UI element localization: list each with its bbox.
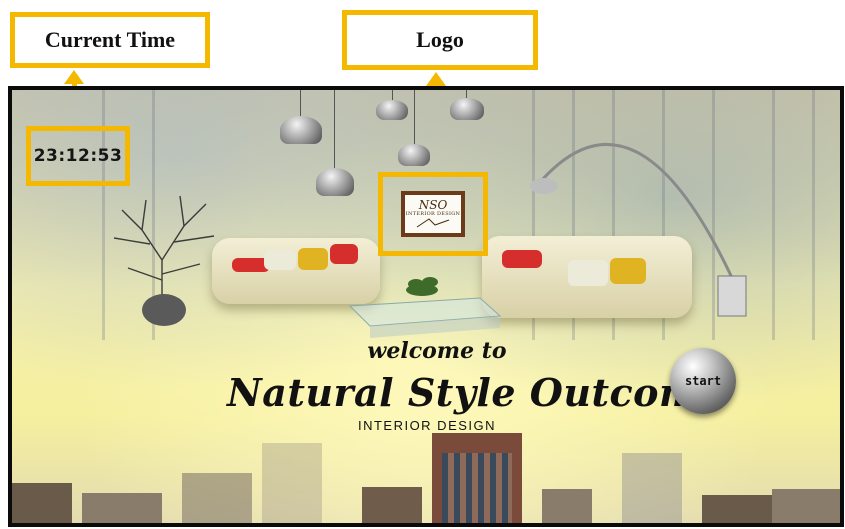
coffee-table [348, 277, 502, 338]
pendant-lamp-icon [398, 144, 430, 166]
current-time-annotation-label: Current Time [44, 27, 176, 52]
brand-tagline: INTERIOR DESIGN [357, 418, 497, 433]
current-time-text: 23:12:53 [33, 146, 123, 166]
logo[interactable]: NSO INTERIOR DESIGN [401, 191, 465, 237]
welcome-heading: welcome to [367, 338, 507, 364]
logo-annotation: Logo [342, 10, 538, 70]
current-time-annotation: Current Time [10, 12, 210, 68]
logo-monogram: NSO [418, 198, 448, 212]
plant-icon [113, 195, 215, 326]
pendant-lamp-icon [376, 100, 408, 120]
current-time-display: 23:12:53 [26, 126, 130, 186]
pendant-lamp-icon [280, 116, 322, 144]
current-time-arrow-head [64, 70, 84, 84]
logo-highlight: NSO INTERIOR DESIGN [378, 172, 488, 256]
pendant-lamp-icon [316, 168, 354, 196]
start-button[interactable]: start [670, 348, 736, 414]
logo-sketch-icon [416, 218, 450, 228]
brand-title: Natural Style Outcome [227, 370, 725, 415]
pendant-lamp-icon [450, 98, 484, 120]
start-button-label: start [684, 374, 722, 388]
logo-arrow-head [426, 72, 446, 86]
app-screen: 23:12:53 NSO INTERIOR DESIGN welcome to … [8, 86, 844, 527]
logo-annotation-label: Logo [416, 27, 464, 52]
